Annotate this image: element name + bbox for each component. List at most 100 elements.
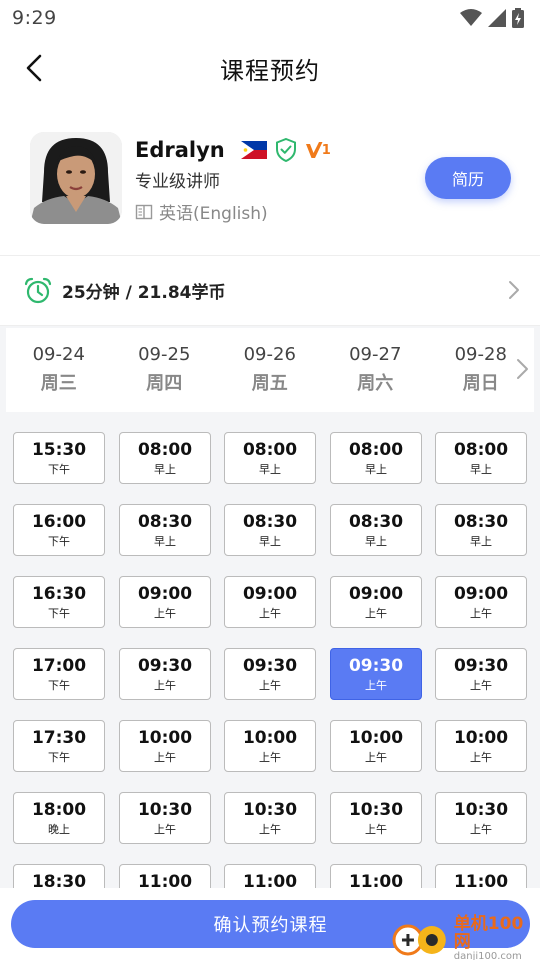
slot-time: 08:30 — [137, 511, 193, 532]
confirm-booking-button[interactable]: 确认预约课程 — [11, 900, 530, 948]
slot-column: 08:00 早上 08:30 早上 09:00 上午 09:30 上午 10:00 上午 10:30… — [119, 432, 211, 960]
time-slot[interactable]: 08:30 早上 — [224, 504, 316, 556]
slot-time: 09:00 — [348, 583, 404, 604]
time-slot[interactable]: 09:30 上午 — [224, 648, 316, 700]
slot-time: 10:00 — [242, 727, 298, 748]
slot-period: 晚上 — [48, 822, 70, 836]
time-slot[interactable]: 08:00 早上 — [224, 432, 316, 484]
philippines-flag-icon-graphic — [240, 141, 267, 159]
time-slot[interactable]: 09:00 上午 — [224, 576, 316, 628]
slot-period: 上午 — [365, 606, 387, 620]
slot-period: 早上 — [154, 462, 176, 476]
time-slot[interactable]: 08:00 早上 — [435, 432, 527, 484]
weekday-label: 周六 — [357, 373, 394, 394]
avatar[interactable] — [30, 132, 122, 224]
slot-time: 09:30 — [242, 655, 298, 676]
time-slot[interactable]: 16:00 下午 — [13, 504, 105, 556]
slot-time: 10:30 — [137, 799, 193, 820]
slot-period: 上午 — [154, 750, 176, 764]
time-slot[interactable]: 08:30 早上 — [330, 504, 422, 556]
chevron-right-icon — [509, 281, 519, 299]
time-slot[interactable]: 08:30 早上 — [119, 504, 211, 556]
slot-column: 08:00 早上 08:30 早上 09:00 上午 09:30 上午 10:00 上午 10:30… — [224, 432, 316, 960]
chevron-left-icon — [26, 54, 42, 82]
back-button[interactable] — [18, 52, 50, 84]
weekday-label: 周日 — [462, 373, 499, 394]
date-label: 09-27 — [349, 344, 402, 365]
slot-period: 下午 — [48, 534, 70, 548]
time-slot[interactable]: 09:30 上午 — [119, 648, 211, 700]
time-slot[interactable]: 10:30 上午 — [330, 792, 422, 844]
time-slot[interactable]: 17:00 下午 — [13, 648, 105, 700]
date-tab[interactable]: 09-24 周三 — [6, 328, 112, 412]
chevron-right-icon[interactable] — [516, 358, 530, 380]
time-slot[interactable]: 09:00 上午 — [119, 576, 211, 628]
slot-time: 17:30 — [31, 727, 87, 748]
teacher-card: Edralyn 🇵🇭 1 专业级讲师 英语(English) 简历 — [0, 100, 540, 256]
date-tab[interactable]: 09-26 周五 — [217, 328, 323, 412]
v-badge-icon — [305, 142, 323, 158]
time-slot[interactable]: 10:00 上午 — [435, 720, 527, 772]
slot-time: 16:00 — [31, 511, 87, 532]
slot-time: 08:30 — [453, 511, 509, 532]
price-text: 25分钟 / 21.84学币 — [62, 283, 226, 303]
date-label: 09-25 — [138, 344, 191, 365]
slot-period: 上午 — [154, 606, 176, 620]
time-slot[interactable]: 10:00 上午 — [330, 720, 422, 772]
weekday-label: 周五 — [251, 373, 288, 394]
book-icon — [135, 204, 153, 219]
slot-period: 上午 — [259, 606, 281, 620]
nav-bar: 课程预约 — [0, 36, 540, 100]
date-tab[interactable]: 09-27 周六 — [323, 328, 429, 412]
date-selector: 09-24 周三 09-25 周四 09-26 周五 09-27 周六 09-28 周日 — [6, 328, 534, 412]
teacher-language-row: 英语(English) — [135, 199, 268, 224]
time-slot[interactable]: 10:30 上午 — [435, 792, 527, 844]
slot-time: 17:00 — [31, 655, 87, 676]
time-slot[interactable]: 10:00 上午 — [119, 720, 211, 772]
slot-period: 上午 — [470, 678, 492, 692]
slot-time: 08:00 — [137, 439, 193, 460]
status-time: 9:29 — [12, 7, 57, 29]
time-slot[interactable]: 08:00 早上 — [330, 432, 422, 484]
time-slot[interactable]: 17:30 下午 — [13, 720, 105, 772]
date-tab[interactable]: 09-25 周四 — [112, 328, 218, 412]
slot-time: 10:30 — [242, 799, 298, 820]
date-label: 09-24 — [32, 344, 85, 365]
weekday-label: 周三 — [40, 373, 77, 394]
slot-time: 16:30 — [31, 583, 87, 604]
level-badge: 1 — [305, 141, 331, 159]
slot-period: 早上 — [259, 462, 281, 476]
slot-period: 早上 — [154, 534, 176, 548]
slot-time: 08:00 — [242, 439, 298, 460]
time-slot[interactable]: 10:30 上午 — [119, 792, 211, 844]
slot-period: 下午 — [48, 462, 70, 476]
slot-period: 上午 — [259, 822, 281, 836]
time-slot[interactable]: 16:30 下午 — [13, 576, 105, 628]
slot-time: 10:00 — [453, 727, 509, 748]
slot-period: 早上 — [470, 534, 492, 548]
resume-button[interactable]: 简历 — [425, 157, 511, 199]
slot-time: 15:30 — [31, 439, 87, 460]
time-slot[interactable]: 08:00 早上 — [119, 432, 211, 484]
slot-period: 下午 — [48, 678, 70, 692]
time-slot[interactable]: 15:30 下午 — [13, 432, 105, 484]
slot-time: 09:00 — [137, 583, 193, 604]
time-slot[interactable]: 09:30 上午 — [435, 648, 527, 700]
time-slot[interactable]: 08:30 早上 — [435, 504, 527, 556]
slot-period: 上午 — [470, 750, 492, 764]
price-row[interactable]: 25分钟 / 21.84学币 — [0, 256, 540, 326]
time-slot[interactable]: 18:00 晚上 — [13, 792, 105, 844]
time-slots-grid: 15:30 下午 16:00 下午 16:30 下午 17:00 下午 17:30 下午 18:00… — [0, 412, 540, 960]
time-slot[interactable]: 09:00 上午 — [330, 576, 422, 628]
slot-period: 上午 — [154, 822, 176, 836]
slot-period: 早上 — [365, 534, 387, 548]
slot-period: 上午 — [470, 606, 492, 620]
time-slot[interactable]: 10:30 上午 — [224, 792, 316, 844]
teacher-name-row: Edralyn 🇵🇭 1 — [135, 138, 331, 162]
slot-period: 早上 — [470, 462, 492, 476]
time-slot[interactable]: 10:00 上午 — [224, 720, 316, 772]
signal-icon — [488, 9, 506, 27]
time-slot[interactable]: 09:00 上午 — [435, 576, 527, 628]
time-slot-selected[interactable]: 09:30 上午 — [330, 648, 422, 700]
slot-time: 08:30 — [348, 511, 404, 532]
